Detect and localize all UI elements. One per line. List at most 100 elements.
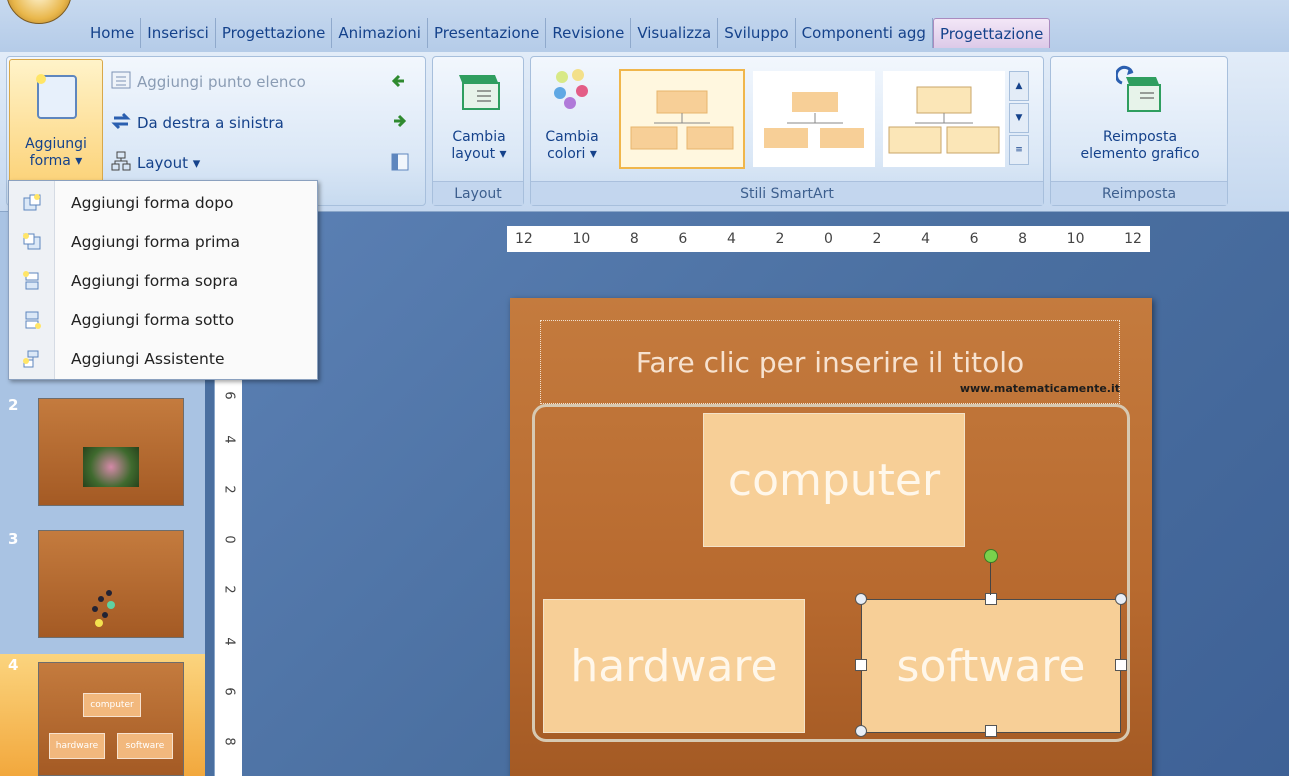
ruler-tick: 6 (678, 231, 688, 247)
rotation-handle[interactable] (984, 549, 998, 563)
add-bullet-button[interactable]: Aggiungi punto elenco (111, 71, 306, 93)
promote-arrow-icon[interactable] (391, 73, 407, 93)
ruler-tick: 2 (221, 585, 237, 594)
group-smartart-styles: Cambia colori ▾ ▲ ▼ ≡ Stili SmartArt (530, 56, 1044, 206)
tab-addins[interactable]: Componenti agg (796, 18, 933, 48)
gallery-scroll-up[interactable]: ▲ (1009, 71, 1029, 101)
current-slide: Fare clic per inserire il titolo www.mat… (510, 298, 1152, 776)
menu-item-add-shape-above[interactable]: Aggiungi forma sopra (9, 261, 317, 300)
group-reset: Reimposta elemento grafico Reimposta (1050, 56, 1228, 206)
menu-item-label: Aggiungi forma prima (71, 232, 240, 251)
smartart-style-3[interactable] (883, 71, 1005, 167)
add-shape-label-1: Aggiungi (25, 136, 87, 152)
layout-dropdown-button[interactable]: Layout ▾ (111, 151, 200, 175)
reset-graphic-label-2: elemento grafico (1080, 146, 1200, 162)
ruler-tick: 4 (921, 231, 930, 247)
menu-item-add-shape-below[interactable]: Aggiungi forma sotto (9, 300, 317, 339)
tab-review[interactable]: Revisione (546, 18, 632, 48)
ruler-tick: 10 (1066, 231, 1085, 247)
watermark-text: www.matematicamente.it (959, 382, 1120, 395)
add-shape-after-icon (9, 193, 55, 213)
resize-handle-left[interactable] (855, 659, 867, 671)
resize-handle-top-right[interactable] (1115, 593, 1127, 605)
demote-arrow-icon[interactable] (391, 113, 407, 133)
slide-number: 4 (8, 656, 19, 674)
reset-graphic-label-1: Reimposta (1102, 129, 1178, 145)
slide-thumbnail-2[interactable]: 2 (0, 394, 205, 514)
smartart-shape-software[interactable]: software (861, 599, 1121, 733)
menu-item-label: Aggiungi forma sotto (71, 310, 235, 329)
resize-handle-right[interactable] (1115, 659, 1127, 671)
tab-smartart-design[interactable]: Progettazione (932, 18, 1051, 48)
add-shape-below-icon (9, 310, 55, 330)
ruler-tick: 12 (1124, 231, 1142, 247)
resize-handle-top[interactable] (985, 593, 997, 605)
tab-view[interactable]: Visualizza (631, 18, 719, 48)
change-layout-icon (455, 65, 503, 115)
slide-2-thumbnail[interactable] (38, 398, 184, 506)
rotation-stem (990, 561, 991, 595)
group-layout: Cambia layout ▾ Layout (432, 56, 524, 206)
tab-slideshow[interactable]: Presentazione (428, 18, 547, 48)
gallery-more[interactable]: ≡ (1009, 135, 1029, 165)
ribbon-tab-bar: Home Inserisci Progettazione Animazioni … (0, 0, 1289, 54)
resize-handle-bottom-left[interactable] (855, 725, 867, 737)
tab-insert[interactable]: Inserisci (141, 18, 216, 48)
thumb-box-software: software (117, 733, 173, 759)
ruler-tick: 8 (1018, 231, 1028, 247)
slide-number: 3 (8, 530, 19, 548)
smartart-shape-computer[interactable]: computer (703, 413, 965, 547)
ruler-tick: 4 (726, 231, 736, 247)
ruler-tick: 2 (221, 485, 237, 494)
menu-item-add-shape-after[interactable]: Aggiungi forma dopo (9, 183, 317, 222)
resize-handle-bottom[interactable] (985, 725, 997, 737)
right-to-left-button[interactable]: Da destra a sinistra (111, 111, 284, 135)
smartart-graphic[interactable]: computer hardware software (532, 404, 1130, 742)
ruler-tick: 6 (221, 687, 237, 696)
tab-design[interactable]: Progettazione (216, 18, 333, 48)
ruler-tick: 12 (515, 231, 533, 247)
menu-item-add-assistant[interactable]: Aggiungi Assistente (9, 339, 317, 378)
slide-3-thumbnail[interactable] (38, 530, 184, 638)
resize-handle-top-left[interactable] (855, 593, 867, 605)
ruler-tick: 2 (775, 231, 785, 247)
add-shape-label-2: forma ▾ (29, 153, 83, 169)
add-assistant-icon (9, 349, 55, 369)
slide-3-figure (92, 590, 115, 627)
gallery-scroll-down[interactable]: ▼ (1009, 103, 1029, 133)
smartart-style-2[interactable] (753, 71, 875, 167)
ruler-tick: 8 (629, 231, 639, 247)
org-layout-icon (111, 151, 131, 175)
ruler-tick: 4 (221, 435, 237, 444)
right-to-left-label: Da destra a sinistra (137, 114, 284, 132)
office-button[interactable] (6, 0, 72, 24)
add-shape-icon (32, 70, 80, 122)
change-layout-label-2: layout ▾ (451, 146, 507, 162)
smartart-style-1[interactable] (619, 69, 745, 169)
text-pane-icon[interactable] (391, 153, 409, 175)
slide-2-picture (83, 447, 139, 487)
slide-thumbnail-3[interactable]: 3 (0, 528, 205, 648)
tab-animations[interactable]: Animazioni (332, 18, 428, 48)
change-colors-button[interactable]: Cambia colori ▾ (537, 65, 607, 163)
slide-4-thumbnail[interactable]: computer hardware software (38, 662, 184, 776)
thumb-box-hardware: hardware (49, 733, 105, 759)
tab-developer[interactable]: Sviluppo (718, 18, 796, 48)
menu-item-label: Aggiungi forma dopo (71, 193, 234, 212)
reset-graphic-button[interactable]: Reimposta elemento grafico (1057, 65, 1223, 163)
change-colors-label-2: colori ▾ (547, 146, 597, 162)
change-colors-label-1: Cambia (545, 129, 599, 145)
slide-number: 2 (8, 396, 19, 414)
bullet-list-icon (111, 71, 131, 93)
swap-arrows-icon (111, 111, 131, 135)
add-shape-before-icon (9, 232, 55, 252)
tab-home[interactable]: Home (84, 18, 142, 48)
group-label-reset: Reimposta (1051, 181, 1227, 205)
menu-item-label: Aggiungi Assistente (71, 349, 225, 368)
change-layout-button[interactable]: Cambia layout ▾ (439, 65, 519, 163)
slide-thumbnail-4[interactable]: 4 computer hardware software (0, 654, 205, 776)
smartart-shape-hardware[interactable]: hardware (543, 599, 805, 733)
change-colors-icon (548, 65, 596, 115)
add-shape-button[interactable]: Aggiungi forma ▾ (9, 59, 103, 183)
menu-item-add-shape-before[interactable]: Aggiungi forma prima (9, 222, 317, 261)
